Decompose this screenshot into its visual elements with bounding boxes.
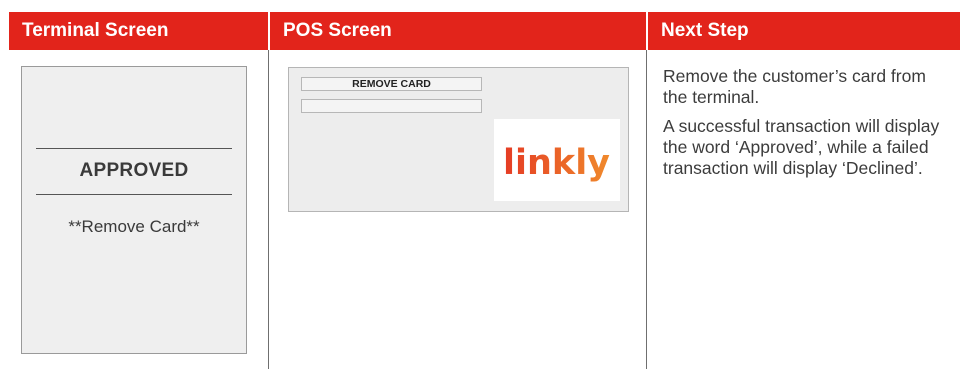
next-step-text: Remove the customer’s card from the term… (663, 66, 953, 187)
next-step-paragraph: Remove the customer’s card from the term… (663, 66, 926, 107)
pos-display-line: REMOVE CARD (301, 77, 482, 91)
pos-screen: REMOVE CARD linkly (288, 67, 629, 212)
terminal-screen: APPROVED **Remove Card** (21, 66, 247, 354)
remove-card-message: **Remove Card** (68, 217, 200, 236)
linkly-logo-icon: linkly (503, 143, 610, 183)
divider (36, 148, 232, 149)
next-step-heading: Next Step (661, 20, 749, 41)
column-divider (646, 50, 647, 369)
pos-display-line (301, 99, 482, 113)
svg-text:linkly: linkly (503, 143, 610, 183)
linkly-logo: linkly (494, 119, 620, 201)
column-divider (268, 50, 269, 369)
divider (36, 194, 232, 195)
terminal-screen-heading: Terminal Screen (22, 20, 169, 41)
next-step-paragraph: A successful transaction will display th… (663, 116, 940, 178)
pos-screen-heading: POS Screen (283, 20, 392, 41)
table-header: Terminal Screen POS Screen Next Step (9, 12, 960, 50)
approved-status: APPROVED (79, 160, 189, 181)
